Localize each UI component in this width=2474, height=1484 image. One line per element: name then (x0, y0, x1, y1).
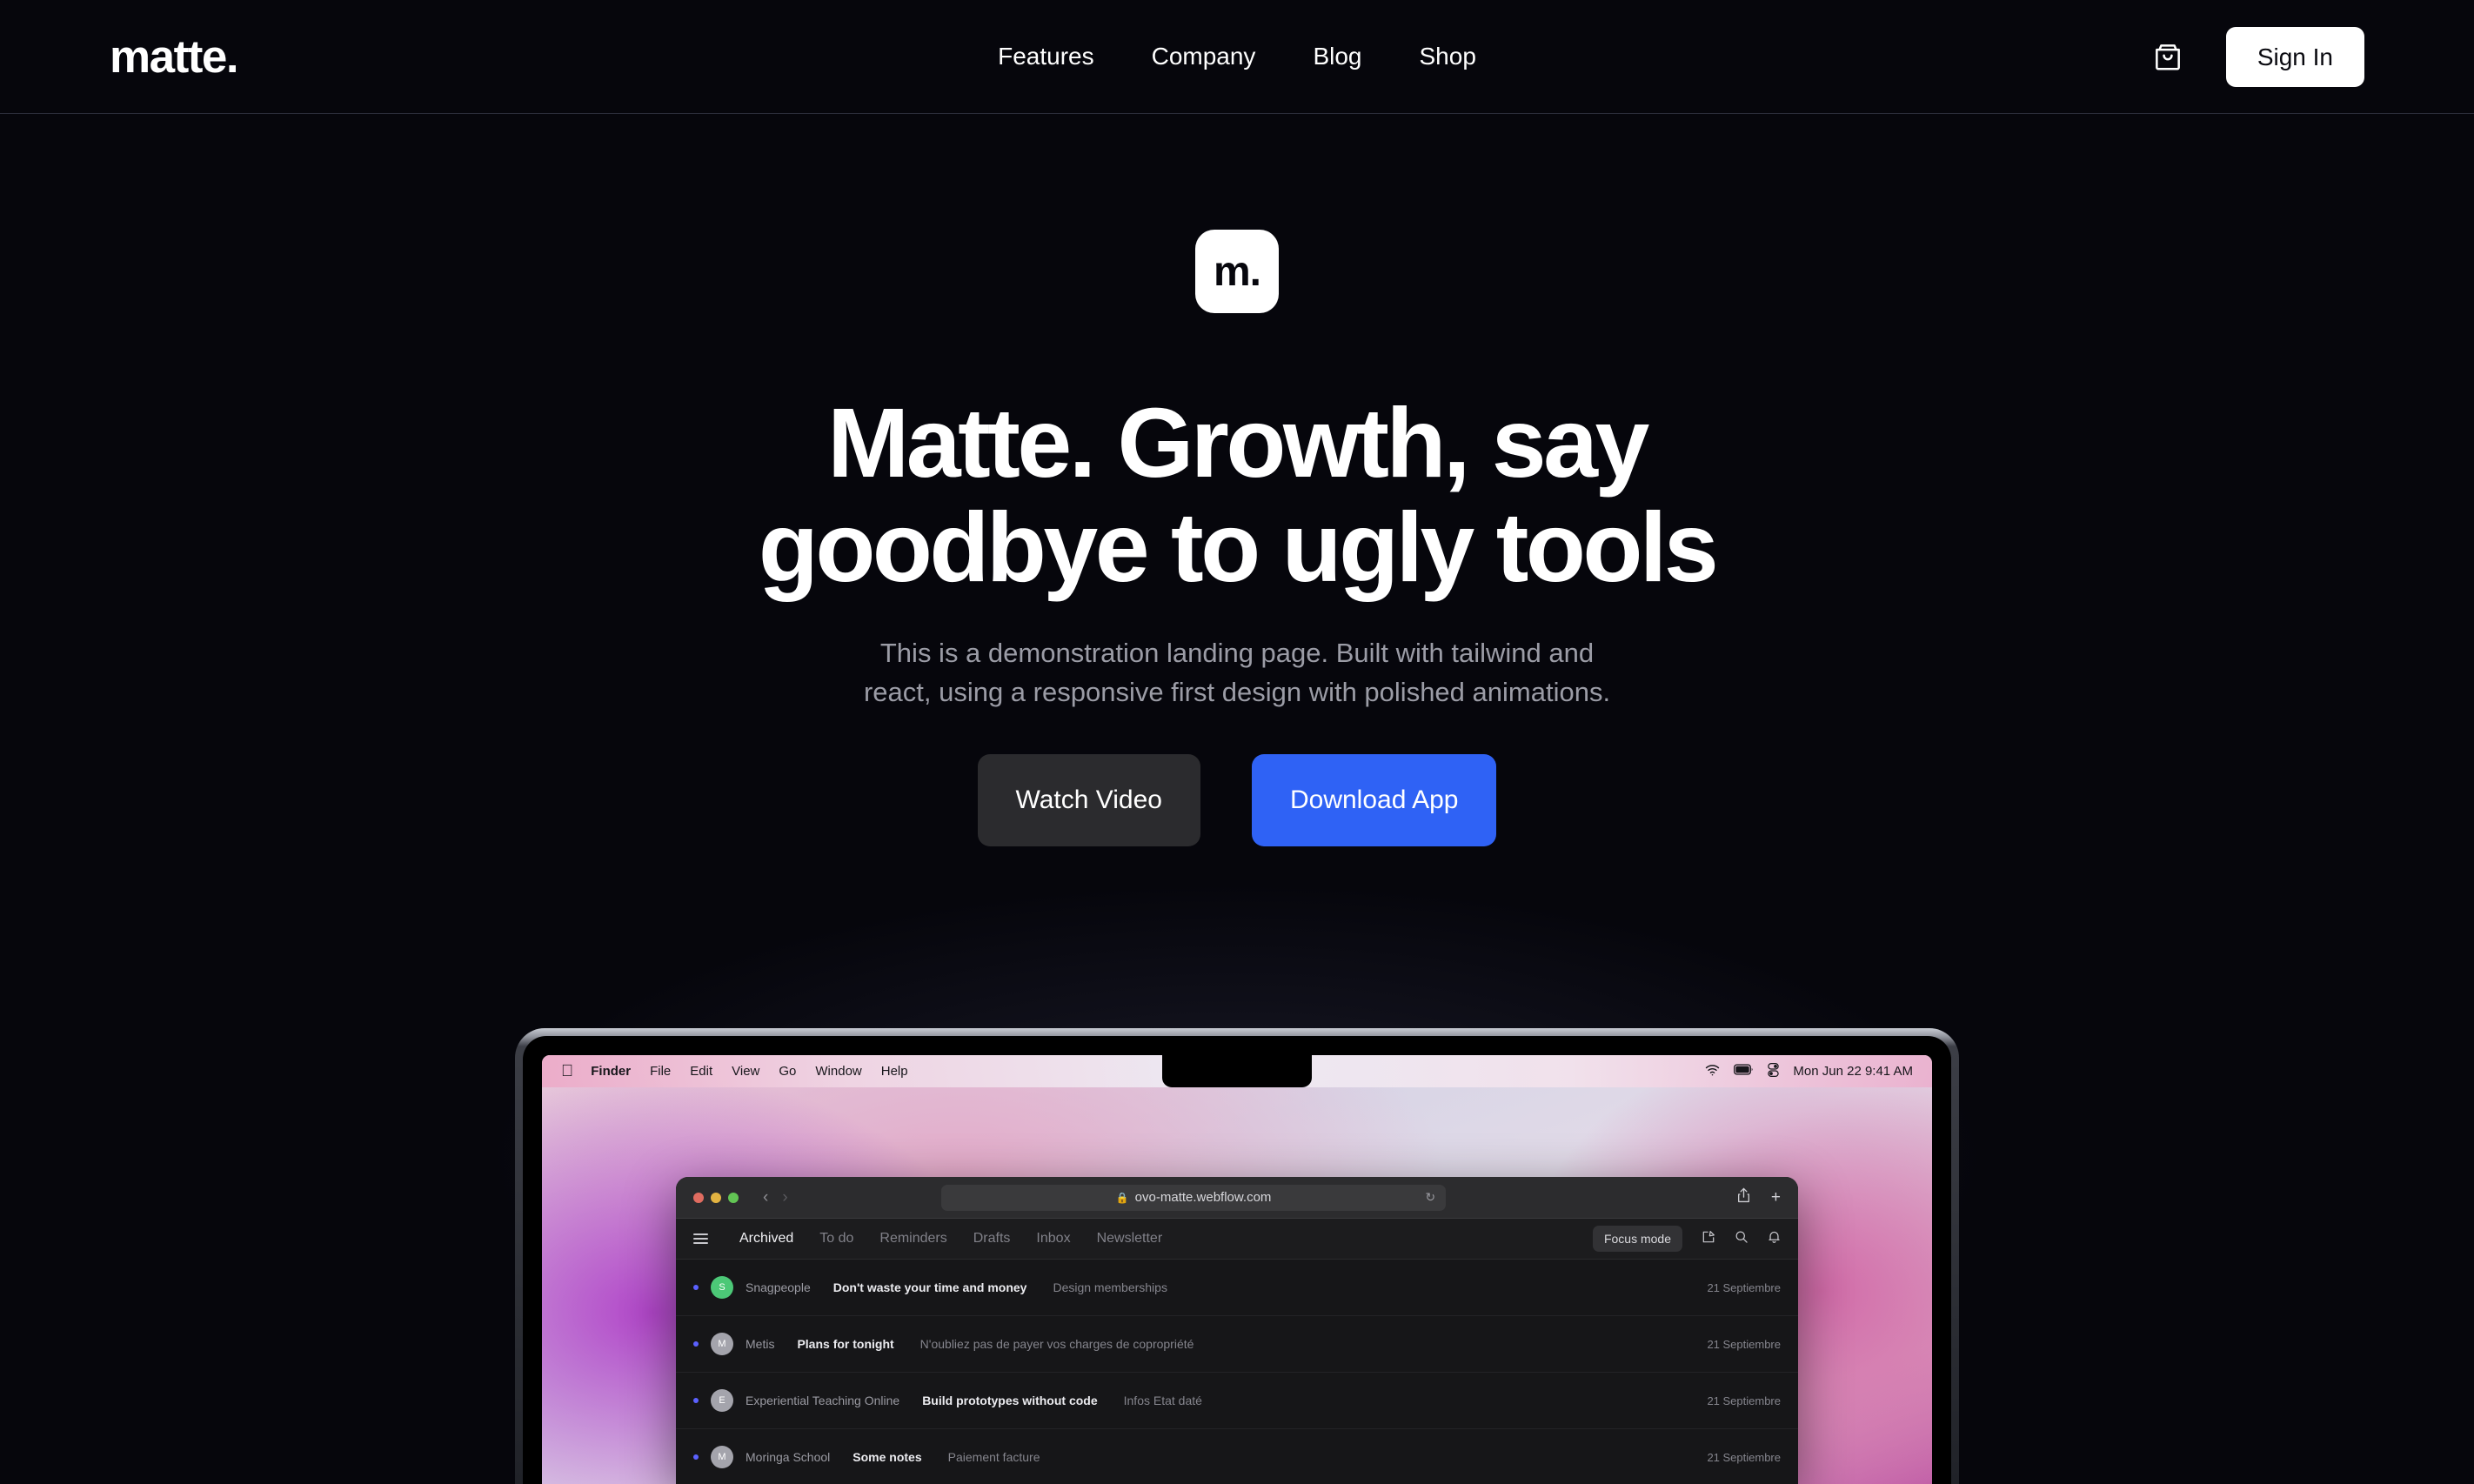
share-icon[interactable] (1737, 1187, 1750, 1208)
mail-list: S Snagpeople Don't waste your time and m… (676, 1260, 1798, 1484)
address-bar-url: ovo-matte.webflow.com (1134, 1190, 1272, 1205)
mail-snippet: Paiement facture (947, 1450, 1040, 1464)
header-actions: Sign In (2148, 26, 2364, 87)
menubar-item-help[interactable]: Help (881, 1064, 908, 1079)
download-app-button[interactable]: Download App (1251, 753, 1497, 846)
app-tab-bar: Archived To do Reminders Drafts Inbox Ne… (676, 1219, 1798, 1260)
close-window-button[interactable] (693, 1192, 704, 1203)
avatar: M (711, 1333, 733, 1355)
focus-mode-button[interactable]: Focus mode (1592, 1226, 1682, 1252)
window-traffic-lights (693, 1192, 739, 1203)
mail-date: 21 Septiembre (1707, 1280, 1781, 1294)
shopping-bag-icon[interactable] (2148, 37, 2188, 77)
browser-nav-arrows: ‹ › (763, 1189, 788, 1206)
tab-inbox[interactable]: Inbox (1036, 1231, 1070, 1247)
battery-icon[interactable] (1734, 1064, 1754, 1079)
unread-dot-icon (693, 1341, 699, 1347)
bell-icon[interactable] (1768, 1230, 1781, 1247)
primary-nav: Features Company Blog Shop (998, 44, 1476, 69)
nav-item-company[interactable]: Company (1152, 44, 1256, 69)
site-header: matte. Features Company Blog Shop Sign I… (0, 0, 2474, 114)
laptop-mockup:  Finder File Edit View Go Window Help (515, 1028, 1959, 1484)
lock-icon: 🔒 (1115, 1191, 1129, 1204)
avatar: E (711, 1389, 733, 1412)
mail-snippet: Design memberships (1053, 1280, 1167, 1294)
avatar: M (711, 1446, 733, 1468)
tab-drafts[interactable]: Drafts (973, 1231, 1011, 1247)
menubar-item-file[interactable]: File (650, 1064, 671, 1079)
mail-snippet: Infos Etat daté (1123, 1394, 1202, 1407)
mail-snippet: N'oubliez pas de payer vos charges de co… (919, 1337, 1194, 1351)
hero-cta-group: Watch Video Download App (0, 753, 2474, 846)
plus-icon[interactable]: + (1771, 1188, 1781, 1207)
address-bar[interactable]: 🔒 ovo-matte.webflow.com ↻ (941, 1184, 1447, 1211)
nav-item-shop[interactable]: Shop (1419, 44, 1475, 69)
table-row[interactable]: M Metis Plans for tonight N'oubliez pas … (676, 1316, 1798, 1373)
search-icon[interactable] (1735, 1230, 1749, 1247)
hero-title-line-2: goodbye to ugly tools (758, 491, 1719, 602)
zoom-window-button[interactable] (728, 1192, 739, 1203)
chevron-left-icon[interactable]: ‹ (763, 1189, 768, 1206)
hero-subtitle: This is a demonstration landing page. Bu… (0, 633, 2474, 712)
mail-subject: Don't waste your time and money (832, 1280, 1027, 1294)
menubar-clock[interactable]: Mon Jun 22 9:41 AM (1793, 1064, 1913, 1079)
menubar-item-window[interactable]: Window (815, 1064, 861, 1079)
mail-subject: Plans for tonight (797, 1337, 894, 1351)
nav-item-blog[interactable]: Blog (1313, 44, 1361, 69)
laptop-notch (1162, 1055, 1312, 1087)
browser-toolbar: ‹ › 🔒 ovo-matte.webflow.com ↻ + (676, 1177, 1798, 1219)
menubar-item-view[interactable]: View (732, 1064, 759, 1079)
browser-toolbar-actions: + (1737, 1187, 1781, 1208)
mail-sender: Snagpeople (746, 1280, 811, 1294)
tab-newsletter[interactable]: Newsletter (1097, 1231, 1163, 1247)
laptop-frame:  Finder File Edit View Go Window Help (515, 1028, 1959, 1484)
watch-video-button[interactable]: Watch Video (977, 753, 1200, 846)
wifi-icon[interactable] (1705, 1064, 1720, 1080)
browser-window: ‹ › 🔒 ovo-matte.webflow.com ↻ + Archived… (676, 1177, 1798, 1484)
unread-dot-icon (693, 1454, 699, 1460)
nav-item-features[interactable]: Features (998, 44, 1094, 69)
apple-logo-icon[interactable]:  (561, 1063, 573, 1080)
laptop-screen:  Finder File Edit View Go Window Help (523, 1036, 1951, 1484)
tab-archived[interactable]: Archived (739, 1231, 793, 1247)
menubar-item-finder[interactable]: Finder (591, 1064, 631, 1079)
compose-icon[interactable] (1702, 1230, 1715, 1247)
chevron-right-icon[interactable]: › (782, 1189, 787, 1206)
mail-subject: Build prototypes without code (922, 1394, 1098, 1407)
app-tab-actions: Focus mode (1592, 1226, 1781, 1252)
tab-todo[interactable]: To do (819, 1231, 853, 1247)
unread-dot-icon (693, 1398, 699, 1403)
page-title: Matte. Growth, say goodbye to ugly tools (0, 391, 2474, 600)
mail-sender: Experiential Teaching Online (746, 1394, 900, 1407)
mail-date: 21 Septiembre (1707, 1450, 1781, 1464)
hero-title-line-1: Matte. Growth, say (827, 388, 1649, 498)
hamburger-icon[interactable] (693, 1233, 708, 1244)
avatar: S (711, 1276, 733, 1299)
hero-subtitle-line-1: This is a demonstration landing page. Bu… (879, 637, 1595, 668)
mail-sender: Metis (746, 1337, 775, 1351)
minimize-window-button[interactable] (711, 1192, 721, 1203)
tab-reminders[interactable]: Reminders (879, 1231, 946, 1247)
mail-date: 21 Septiembre (1707, 1394, 1781, 1407)
mail-sender: Moringa School (746, 1450, 831, 1464)
menubar-item-edit[interactable]: Edit (690, 1064, 712, 1079)
brand-badge-icon: m. (1195, 230, 1279, 313)
table-row[interactable]: E Experiential Teaching Online Build pro… (676, 1373, 1798, 1429)
hero-section: m. Matte. Growth, say goodbye to ugly to… (0, 114, 2474, 846)
brand-logo[interactable]: matte. (110, 34, 239, 80)
mail-date: 21 Septiembre (1707, 1337, 1781, 1351)
menubar-status-area: Mon Jun 22 9:41 AM (1705, 1062, 1913, 1080)
desktop-wallpaper:  Finder File Edit View Go Window Help (542, 1055, 1932, 1484)
mail-subject: Some notes (853, 1450, 922, 1464)
table-row[interactable]: M Moringa School Some notes Paiement fac… (676, 1429, 1798, 1484)
hero-subtitle-line-2: react, using a responsive first design w… (863, 677, 1611, 708)
menubar-item-go[interactable]: Go (779, 1064, 796, 1079)
control-center-icon[interactable] (1768, 1062, 1780, 1080)
reload-icon[interactable]: ↻ (1425, 1190, 1435, 1205)
sign-in-button[interactable]: Sign In (2225, 26, 2364, 87)
table-row[interactable]: S Snagpeople Don't waste your time and m… (676, 1260, 1798, 1316)
unread-dot-icon (693, 1285, 699, 1290)
